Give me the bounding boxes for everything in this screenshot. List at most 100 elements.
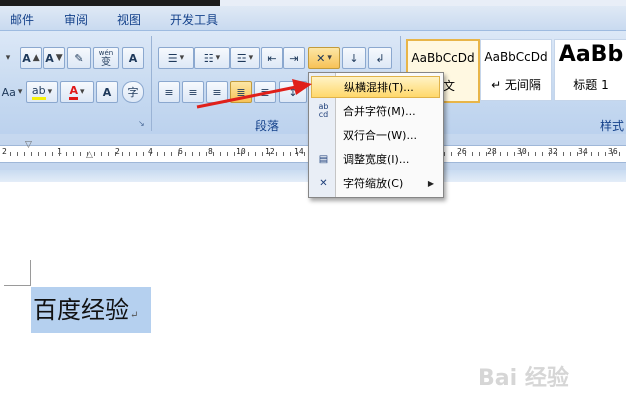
menu-item-combine-vertical[interactable]: 纵横混排(T)...	[311, 76, 440, 98]
ruler-number: 34	[578, 147, 588, 156]
bullets-button[interactable]: ☰ ▾	[158, 47, 194, 69]
clear-format-button[interactable]: ✎	[67, 47, 91, 69]
ruler-tick	[304, 152, 305, 156]
tab-review[interactable]: 审阅	[64, 11, 88, 28]
tab-mailings[interactable]: 邮件	[10, 11, 34, 28]
style-heading-1[interactable]: AaBb 标题 1	[554, 39, 626, 101]
tab-developer[interactable]: 开发工具	[170, 11, 218, 28]
ruler-number: 28	[487, 147, 497, 156]
justify-button[interactable]: ≣	[230, 81, 252, 103]
style-no-spacing[interactable]: AaBbCcDd ↵ 无间隔	[480, 39, 552, 101]
font-color-button[interactable]: A ▾	[60, 81, 94, 103]
ruler-number: 14	[294, 147, 304, 156]
increase-indent-button[interactable]: ⇥	[283, 47, 305, 69]
ruler-tick	[493, 152, 494, 156]
grow-font-button[interactable]: A ▲	[20, 47, 42, 69]
highlight-color-button[interactable]: ab ▾	[26, 81, 58, 103]
ruler-tick	[108, 152, 109, 156]
ruler-tick	[17, 152, 18, 156]
menu-item-two-lines-in-one[interactable]: 双行合一(W)...	[311, 124, 440, 146]
ruler-tick	[297, 152, 298, 156]
numbering-button[interactable]: ☷ ▾	[194, 47, 230, 69]
submenu-arrow-icon: ▶	[427, 178, 434, 188]
ruler-tick	[255, 152, 256, 156]
align-left-button[interactable]: ≡	[158, 81, 180, 103]
ruler-tick	[563, 152, 564, 156]
ruler-tick	[66, 152, 67, 156]
ruler-tick	[479, 152, 480, 156]
multilevel-list-button[interactable]: ☲ ▾	[230, 47, 260, 69]
ruler-tick	[94, 152, 95, 156]
show-marks-button[interactable]: ↲	[368, 47, 392, 69]
menu-item-combine-characters[interactable]: ab cd 合并字符(M)...	[311, 100, 440, 122]
ruler-tick	[283, 152, 284, 156]
ruler-tick	[206, 152, 207, 156]
ruler-tick	[185, 152, 186, 156]
ruler-tick	[24, 152, 25, 156]
ruler-tick	[542, 152, 543, 156]
document-page[interactable]: 百度经验↵ Bai 经验	[0, 182, 626, 417]
chinese-layout-menu: 纵横混排(T)... ab cd 合并字符(M)... 双行合一(W)... ▤ …	[308, 72, 444, 198]
font-dialog-launcher-icon[interactable]: ↘	[138, 119, 145, 128]
tab-view[interactable]: 视图	[117, 11, 141, 28]
pilcrow-icon: ↲	[375, 51, 385, 65]
paragraph-group-label: 段落	[255, 119, 280, 133]
multilevel-list-icon: ☲	[236, 51, 247, 65]
ruler-tick	[612, 152, 613, 156]
ruler-tick	[248, 152, 249, 156]
hanging-indent-marker-icon[interactable]: △	[86, 150, 93, 160]
ruler-tick	[269, 152, 270, 156]
ruler-tick	[227, 152, 228, 156]
ruler-tick	[143, 152, 144, 156]
ruler-tick	[10, 152, 11, 156]
change-case-button[interactable]: Aa ▾	[0, 81, 24, 103]
outdent-icon: ⇤	[267, 51, 277, 65]
align-left-icon: ≡	[164, 85, 174, 99]
ruler-tick	[486, 152, 487, 156]
vertical-in-horizontal-icon	[316, 80, 333, 96]
align-right-icon: ≡	[212, 85, 222, 99]
ruler-tick	[500, 152, 501, 156]
line-spacing-button[interactable]: ↕	[279, 81, 307, 103]
character-scaling-icon: ✕	[319, 177, 328, 189]
chinese-layout-button[interactable]: ✕ ▾	[308, 47, 340, 69]
eraser-icon: ✎	[74, 51, 84, 65]
sort-button[interactable]: ↓	[342, 47, 366, 69]
ruler-tick	[80, 152, 81, 156]
line-spacing-icon: ↕	[288, 85, 298, 99]
ruler-number: 2	[2, 147, 7, 156]
char-shading-button[interactable]: A	[96, 81, 118, 103]
group-separator	[151, 36, 152, 131]
menu-item-fit-text-width[interactable]: ▤ 调整宽度(I)...	[311, 148, 440, 170]
ruler-tick	[577, 152, 578, 156]
margin-corner-mark	[30, 260, 31, 286]
font-size-dropdown[interactable]: ▾	[0, 47, 14, 69]
enclose-char-button[interactable]: 字	[122, 81, 144, 103]
phonetic-guide-button[interactable]: wén 变	[93, 47, 119, 69]
ruler-tick	[570, 152, 571, 156]
first-line-indent-marker-icon[interactable]: ▽	[25, 140, 32, 150]
ruler-tick	[507, 152, 508, 156]
ruler-tick	[591, 152, 592, 156]
ruler-tick	[584, 152, 585, 156]
char-border-button[interactable]: A	[122, 47, 144, 69]
bullet-list-icon: ☰	[167, 51, 178, 65]
align-right-button[interactable]: ≡	[206, 81, 228, 103]
paragraph-mark: ↵	[130, 310, 139, 321]
align-center-button[interactable]: ≡	[182, 81, 204, 103]
ruler-tick	[556, 152, 557, 156]
ruler-tick	[220, 152, 221, 156]
decrease-indent-button[interactable]: ⇤	[261, 47, 283, 69]
ruler-tick	[619, 152, 620, 156]
distributed-button[interactable]: ≣	[254, 81, 276, 103]
ruler-tick	[192, 152, 193, 156]
ruler-tick	[115, 152, 116, 156]
shrink-font-button[interactable]: A ▼	[43, 47, 65, 69]
ruler-tick	[38, 152, 39, 156]
ruler-tick	[605, 152, 606, 156]
fit-text-icon: ▤	[318, 153, 329, 165]
ruler-tick	[73, 152, 74, 156]
selected-document-text[interactable]: 百度经验↵	[31, 287, 151, 333]
ruler-tick	[444, 152, 445, 156]
menu-item-character-scaling[interactable]: ✕ 字符缩放(C) ▶	[311, 172, 440, 194]
